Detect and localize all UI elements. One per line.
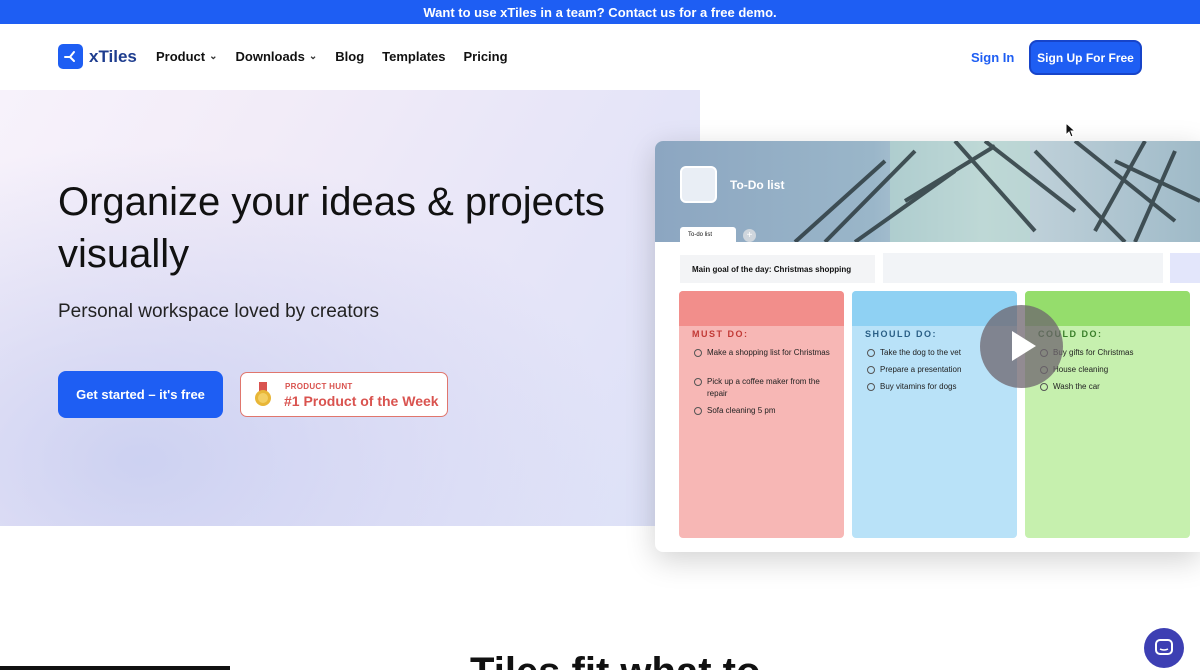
goal-tile: Main goal of the day: Christmas shopping [680, 255, 875, 283]
main-menu: Product ⌄ Downloads ⌄ Blog Templates Pri… [156, 49, 508, 64]
play-video-button[interactable] [980, 305, 1063, 388]
menu-item-label: Downloads [235, 49, 305, 64]
task-text: Pick up a coffee maker from the repair [707, 377, 820, 398]
sign-up-button[interactable]: Sign Up For Free [1029, 40, 1142, 75]
menu-item-blog[interactable]: Blog [335, 49, 364, 64]
column-label: MUST DO: [692, 329, 749, 339]
add-tab-icon[interactable]: + [743, 229, 756, 242]
column-header [679, 291, 844, 326]
chat-support-button[interactable] [1144, 628, 1184, 668]
mouse-cursor-icon [1065, 122, 1077, 138]
task-text: Make a shopping list for Christmas [707, 348, 830, 357]
menu-item-downloads[interactable]: Downloads ⌄ [236, 49, 318, 64]
task-item[interactable]: Wash the car [1040, 381, 1180, 393]
document-icon [680, 166, 717, 203]
menu-item-product[interactable]: Product ⌄ [156, 49, 218, 64]
document-tabs: To-do list + [655, 227, 1200, 243]
menu-item-label: Blog [335, 49, 365, 64]
top-navigation: xTiles Product ⌄ Downloads ⌄ Blog Templa… [0, 24, 1200, 90]
app-preview-video[interactable]: To-Do list To-do list + Main goal of the… [655, 141, 1200, 552]
checkbox-icon[interactable] [867, 383, 875, 391]
medal-icon [255, 382, 271, 406]
hero-title-line2: visually [58, 232, 190, 276]
play-icon [1012, 331, 1036, 361]
must-do-column: MUST DO: Make a shopping list for Christ… [679, 291, 844, 538]
get-started-button[interactable]: Get started – it's free [58, 371, 223, 418]
logo-icon [58, 44, 83, 69]
checkbox-icon[interactable] [867, 349, 875, 357]
task-text: House cleaning [1053, 365, 1109, 374]
menu-item-label: Templates [382, 49, 446, 64]
checkbox-icon[interactable] [694, 378, 702, 386]
tile-placeholder [883, 253, 1163, 283]
tab-todo-list[interactable]: To-do list [680, 227, 736, 243]
product-hunt-badge[interactable]: PRODUCT HUNT #1 Product of the Week [240, 372, 448, 417]
checkbox-icon[interactable] [867, 366, 875, 374]
logo[interactable]: xTiles [58, 44, 137, 69]
menu-item-label: Pricing [463, 49, 508, 64]
task-text: Prepare a presentation [880, 365, 962, 374]
document-title: To-Do list [730, 178, 785, 192]
checkbox-icon[interactable] [1040, 383, 1048, 391]
chevron-down-icon: ⌄ [308, 51, 318, 62]
task-item[interactable]: Pick up a coffee maker from the repair [694, 376, 834, 400]
task-item[interactable]: Sofa cleaning 5 pm [694, 405, 834, 417]
task-text: Wash the car [1053, 382, 1100, 391]
checkbox-icon[interactable] [694, 349, 702, 357]
menu-item-label: Product [156, 49, 206, 64]
task-item[interactable]: Make a shopping list for Christmas [694, 347, 834, 359]
promo-banner[interactable]: Want to use xTiles in a team? Contact us… [0, 0, 1200, 24]
task-text: Take the dog to the vet [880, 348, 961, 357]
task-text: Buy vitamins for dogs [880, 382, 957, 391]
sign-in-link[interactable]: Sign In [971, 50, 1014, 65]
checkbox-icon[interactable] [694, 407, 702, 415]
section-heading: Tiles fit what to [470, 650, 760, 670]
task-text: Sofa cleaning 5 pm [707, 406, 776, 415]
chevron-down-icon: ⌄ [209, 51, 218, 62]
task-item[interactable]: House cleaning [1040, 364, 1180, 376]
task-item[interactable]: Buy vitamins for dogs [867, 381, 1007, 393]
menu-item-pricing[interactable]: Pricing [463, 49, 507, 64]
hero-subtitle: Personal workspace loved by creators [58, 301, 380, 322]
hero-title-line1: Organize your ideas & projects [58, 180, 605, 224]
logo-text: xTiles [89, 46, 137, 66]
tile-placeholder [1170, 253, 1200, 283]
hero-title: Organize your ideas & projects visually [58, 176, 638, 280]
scroll-progress-bar [0, 666, 230, 670]
task-text: Buy gifts for Christmas [1053, 348, 1134, 357]
chat-icon [1155, 639, 1173, 655]
menu-item-templates[interactable]: Templates [382, 49, 445, 64]
column-label: SHOULD DO: [865, 329, 937, 339]
badge-caption: PRODUCT HUNT [285, 382, 353, 391]
badge-title: #1 Product of the Week [284, 393, 439, 409]
